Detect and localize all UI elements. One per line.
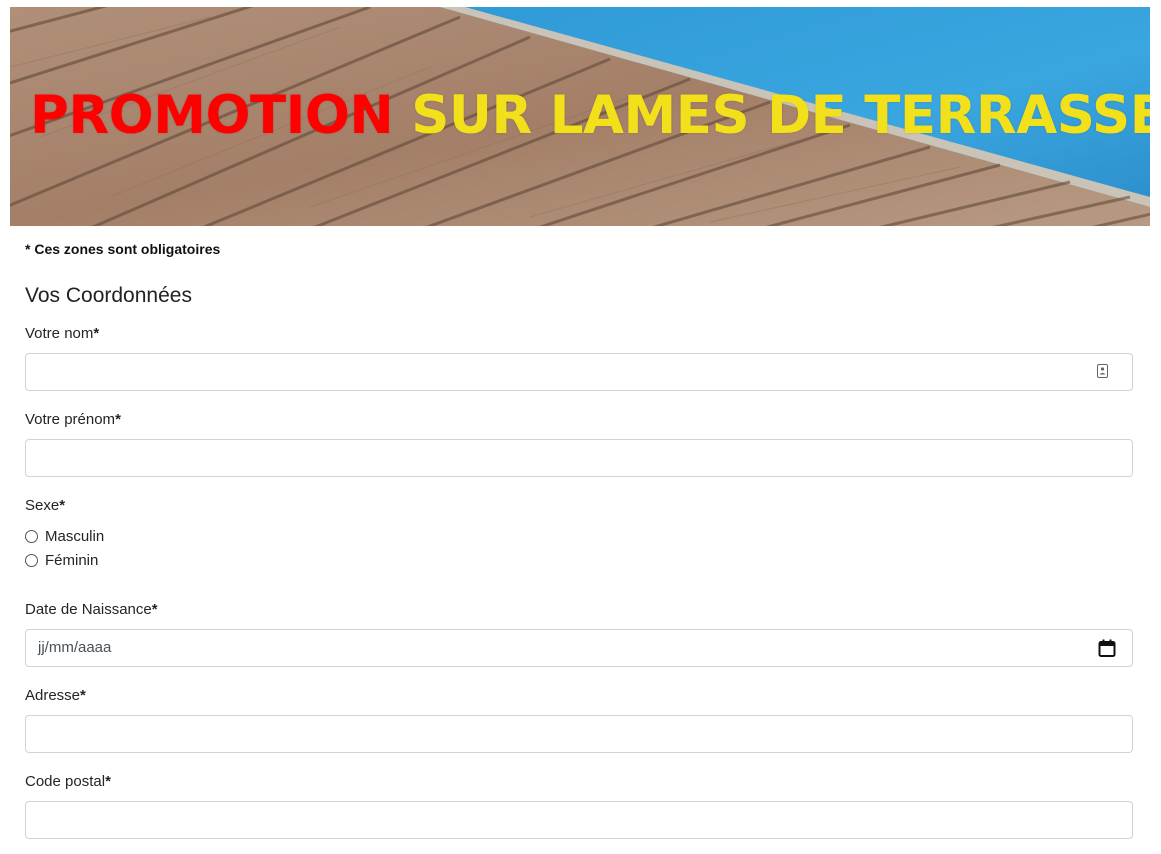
radio-masculin[interactable] bbox=[25, 530, 38, 543]
prenom-label-text: Votre prénom bbox=[25, 411, 116, 428]
radio-masculin-label[interactable]: Masculin bbox=[45, 528, 104, 545]
calendar-icon[interactable] bbox=[1098, 639, 1116, 657]
code-postal-label-text: Code postal bbox=[25, 773, 106, 790]
radio-masculin-row[interactable]: Masculin bbox=[25, 528, 104, 545]
required-fields-note: * Ces zones sont obligatoires bbox=[25, 241, 221, 257]
promo-banner: PROMOTION SUR LAMES DE TERRASSE bbox=[10, 7, 1150, 226]
banner-title: PROMOTION SUR LAMES DE TERRASSE bbox=[30, 89, 1150, 142]
sexe-label-text: Sexe bbox=[25, 497, 60, 514]
naissance-date-input[interactable]: jj/mm/aaaa bbox=[25, 629, 1133, 667]
radio-feminin-label[interactable]: Féminin bbox=[45, 552, 98, 569]
nom-label-text: Votre nom bbox=[25, 325, 94, 342]
banner-title-subject: SUR LAMES DE TERRASSE bbox=[411, 85, 1150, 146]
sexe-label: Sexe* bbox=[25, 497, 65, 514]
required-mark: * bbox=[80, 687, 86, 704]
required-mark: * bbox=[115, 411, 121, 428]
prenom-input[interactable] bbox=[25, 439, 1133, 477]
nom-input[interactable] bbox=[25, 353, 1133, 391]
adresse-label: Adresse* bbox=[25, 687, 86, 704]
naissance-label-text: Date de Naissance bbox=[25, 601, 152, 618]
banner-title-promotion: PROMOTION bbox=[30, 85, 394, 146]
prenom-label: Votre prénom* bbox=[25, 411, 121, 428]
required-mark: * bbox=[105, 773, 111, 790]
naissance-label: Date de Naissance* bbox=[25, 601, 158, 618]
date-placeholder: jj/mm/aaaa bbox=[38, 639, 112, 656]
adresse-input[interactable] bbox=[25, 715, 1133, 753]
adresse-label-text: Adresse bbox=[25, 687, 81, 704]
radio-feminin[interactable] bbox=[25, 554, 38, 567]
radio-feminin-row[interactable]: Féminin bbox=[25, 552, 98, 569]
required-mark: * bbox=[59, 497, 66, 514]
code-postal-label: Code postal* bbox=[25, 773, 111, 790]
code-postal-input[interactable] bbox=[25, 801, 1133, 839]
nom-label: Votre nom* bbox=[25, 325, 99, 342]
contact-card-icon[interactable] bbox=[1097, 364, 1108, 378]
required-mark: * bbox=[151, 601, 158, 618]
required-mark: * bbox=[93, 325, 100, 342]
section-title: Vos Coordonnées bbox=[25, 284, 192, 307]
